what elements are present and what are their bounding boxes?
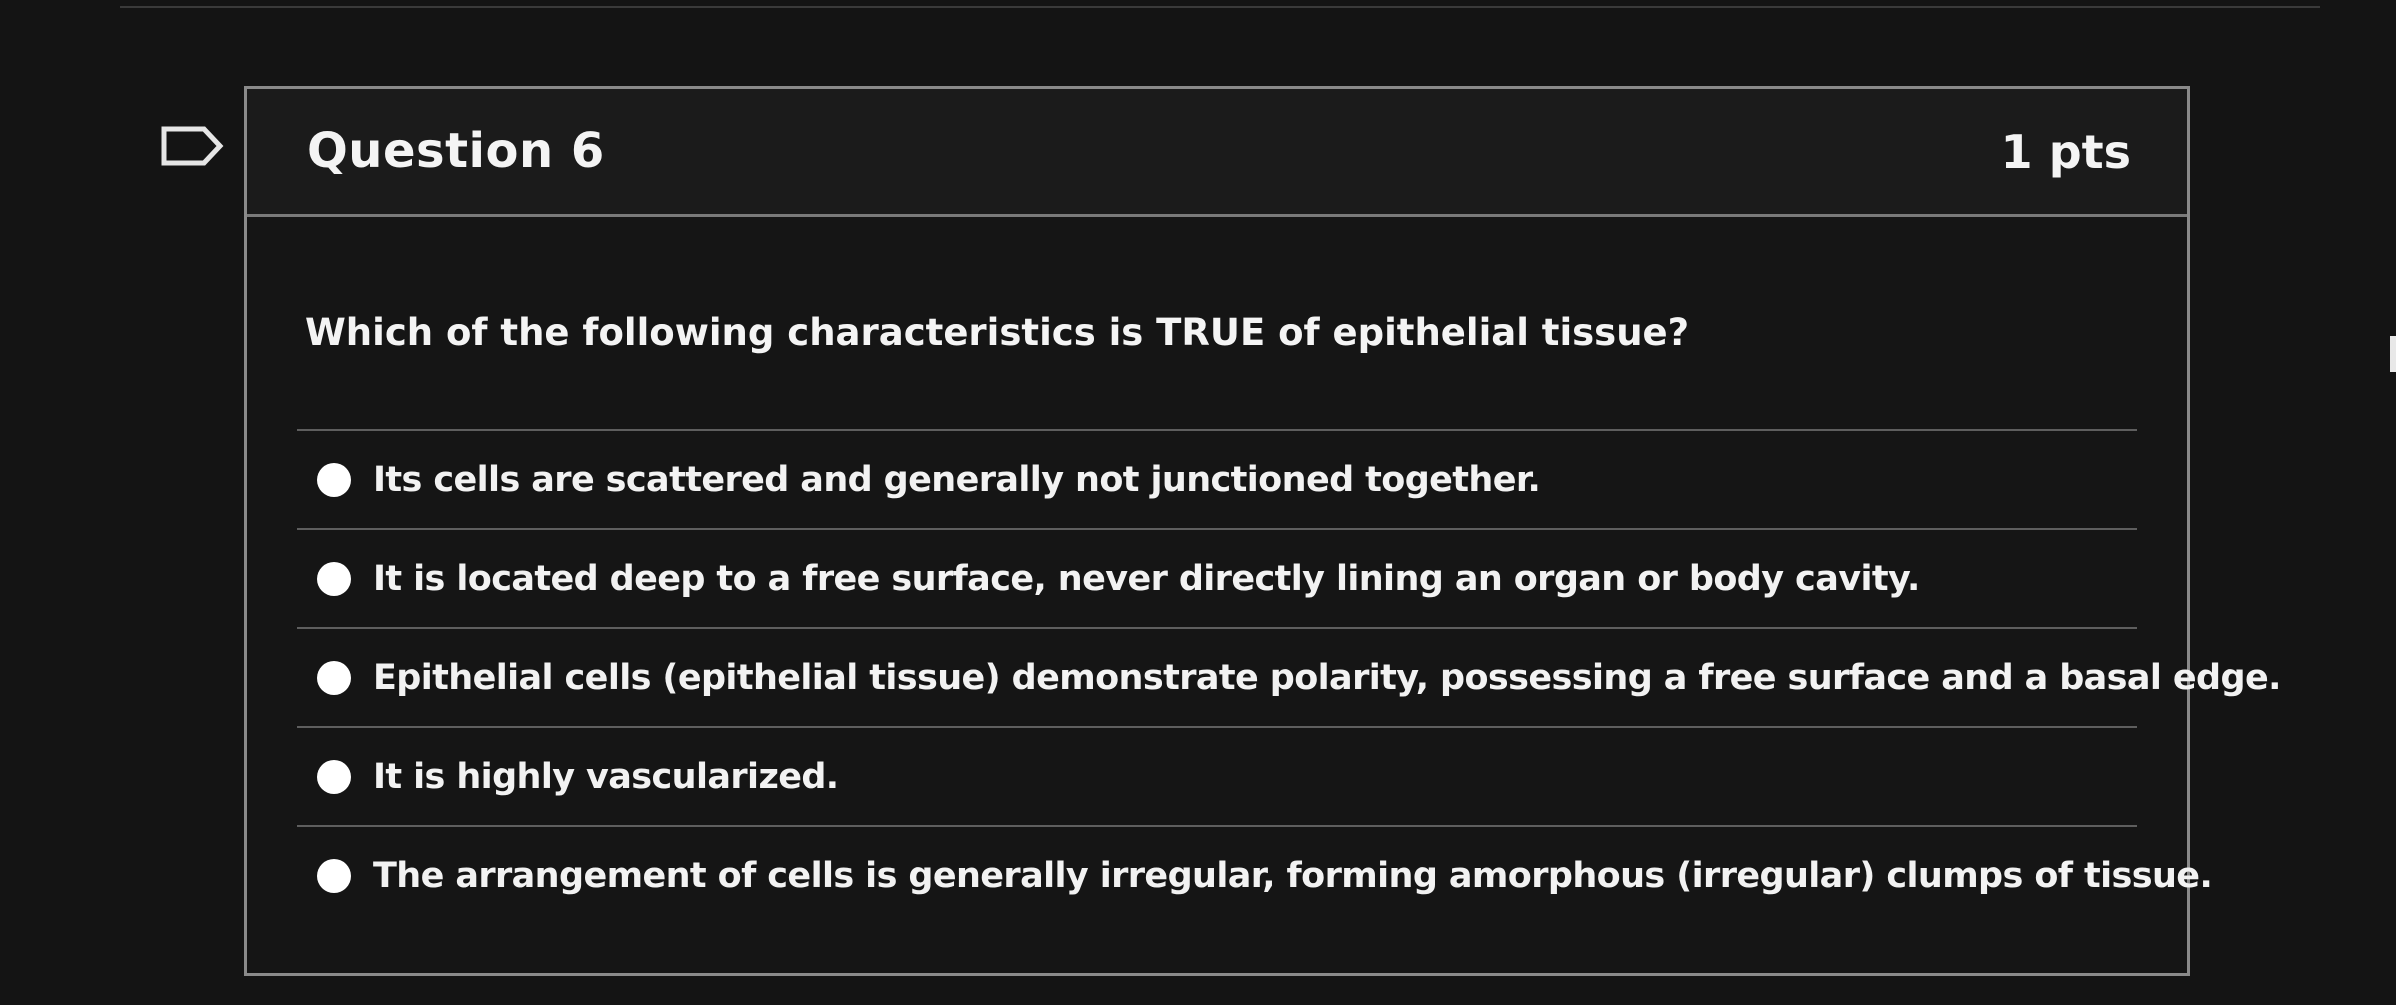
answer-option-2[interactable]: It is located deep to a free surface, ne… <box>297 530 2137 627</box>
radio-button[interactable] <box>317 759 351 794</box>
flag-question-icon[interactable] <box>160 126 226 166</box>
question-points: 1 pts <box>2000 125 2131 179</box>
answer-option-3[interactable]: Epithelial cells (epithelial tissue) dem… <box>297 629 2281 726</box>
question-card: Question 6 1 pts Which of the following … <box>244 86 2281 976</box>
answer-label[interactable]: It is located deep to a free surface, ne… <box>373 559 1920 599</box>
answer-label[interactable]: Epithelial cells (epithelial tissue) dem… <box>373 658 2281 698</box>
question-text: Which of the following characteristics i… <box>305 311 1690 354</box>
answer-list: Its cells are scattered and generally no… <box>297 429 2281 924</box>
answer-label[interactable]: Its cells are scattered and generally no… <box>373 460 1541 500</box>
top-divider <box>120 6 2320 8</box>
radio-button[interactable] <box>317 462 351 497</box>
answer-label[interactable]: It is highly vascularized. <box>373 757 839 797</box>
radio-button[interactable] <box>317 660 351 695</box>
question-title: Question 6 <box>307 123 605 179</box>
question-header: Question 6 1 pts <box>247 89 2187 217</box>
radio-button[interactable] <box>317 858 351 893</box>
answer-option-1[interactable]: Its cells are scattered and generally no… <box>297 431 2137 528</box>
radio-button[interactable] <box>317 561 351 596</box>
answer-option-5[interactable]: The arrangement of cells is generally ir… <box>297 827 2213 924</box>
answer-option-4[interactable]: It is highly vascularized. <box>297 728 2137 825</box>
answer-label[interactable]: The arrangement of cells is generally ir… <box>373 856 2213 896</box>
scrollbar-thumb[interactable] <box>2390 336 2396 372</box>
